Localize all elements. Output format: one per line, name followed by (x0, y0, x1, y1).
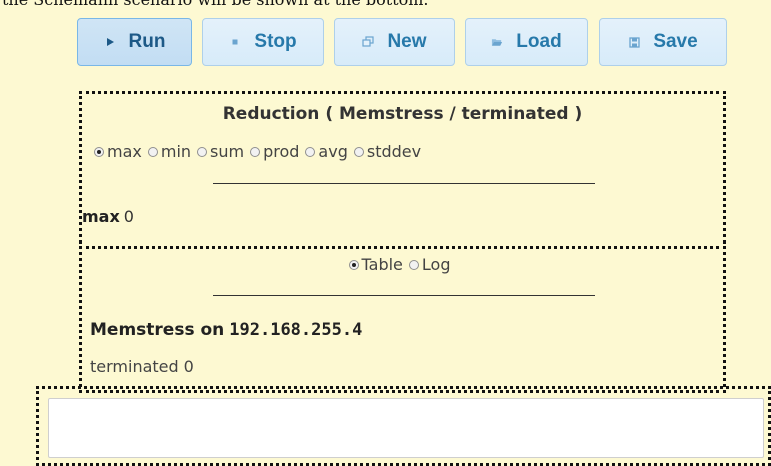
radio-button-icon (147, 146, 158, 157)
save-button-label: Save (653, 31, 698, 52)
new-button[interactable]: New (334, 18, 455, 66)
new-window-icon (362, 36, 375, 48)
save-button[interactable]: Save (599, 18, 727, 66)
radio-table[interactable]: Table (348, 255, 403, 274)
radio-button-icon (348, 259, 359, 270)
reduction-divider (213, 183, 595, 184)
load-button[interactable]: Load (465, 18, 588, 66)
stop-button-label: Stop (254, 31, 297, 52)
folder-open-icon (491, 36, 503, 48)
radio-min-label: min (160, 142, 192, 161)
stat-label: terminated (90, 357, 179, 376)
radio-button-icon (353, 146, 364, 157)
radio-min[interactable]: min (147, 142, 192, 161)
radio-button-icon (250, 146, 261, 157)
stop-icon (229, 36, 241, 48)
reduction-title: Reduction ( Memstress / terminated ) (222, 104, 583, 124)
results-divider (213, 295, 595, 296)
run-button[interactable]: Run (77, 18, 192, 66)
radio-button-icon (197, 146, 208, 157)
stat-row: terminated 0 (90, 357, 194, 376)
host-heading: Memstress on 192.168.255.4 (90, 320, 362, 340)
intro-text: the Schemann scenario will be shown at t… (2, 0, 429, 9)
view-options: Table Log (82, 255, 723, 274)
results-panel: Table Log Memstress on 192.168.255.4 term… (79, 241, 726, 393)
run-button-label: Run (128, 31, 166, 52)
radio-stddev[interactable]: stddev (353, 142, 422, 161)
host-ip: 192.168.255.4 (229, 320, 363, 340)
reduction-result: max 0 (82, 207, 134, 226)
host-prefix: Memstress on (90, 320, 225, 340)
radio-stddev-label: stddev (366, 142, 422, 161)
radio-max[interactable]: max (94, 142, 142, 161)
scenario-editor[interactable] (48, 398, 764, 458)
radio-avg[interactable]: avg (305, 142, 348, 161)
radio-sum[interactable]: sum (197, 142, 244, 161)
radio-button-icon (408, 259, 419, 270)
radio-max-label: max (107, 142, 142, 161)
stop-button[interactable]: Stop (202, 18, 324, 66)
radio-log-label: Log (421, 255, 451, 274)
radio-avg-label: avg (318, 142, 348, 161)
save-icon (628, 36, 640, 48)
radio-button-icon (94, 146, 104, 157)
load-button-label: Load (516, 31, 562, 52)
reduction-result-label: max (82, 207, 120, 226)
radio-table-label: Table (361, 255, 403, 274)
radio-prod-label: prod (263, 142, 300, 161)
reduction-panel: Reduction ( Memstress / terminated ) max… (79, 91, 726, 249)
radio-sum-label: sum (210, 142, 245, 161)
radio-prod[interactable]: prod (250, 142, 299, 161)
reduction-result-value: 0 (123, 207, 134, 226)
radio-button-icon (305, 146, 316, 157)
radio-log[interactable]: Log (408, 255, 451, 274)
new-button-label: New (387, 31, 427, 52)
play-icon (104, 36, 116, 48)
reduction-options: max min sum prod avg stddev (94, 142, 427, 161)
toolbar: Run Stop New Load Save (77, 18, 727, 68)
scenario-panel (36, 386, 771, 466)
stat-value: 0 (183, 357, 194, 376)
